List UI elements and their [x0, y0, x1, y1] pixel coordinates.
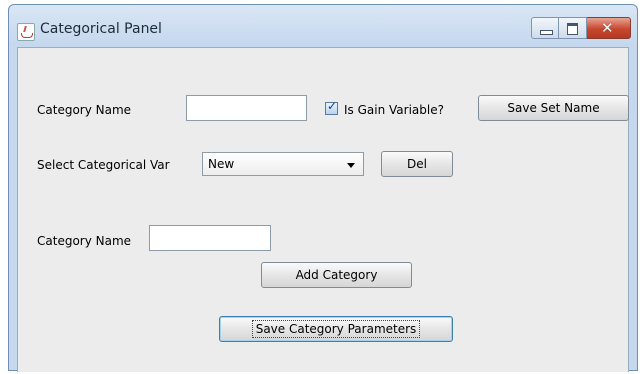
check-icon: ✓	[327, 99, 338, 113]
gain-variable-checkbox[interactable]: ✓	[325, 99, 338, 115]
set-name-label: Category Name	[37, 103, 132, 117]
close-icon: ✕	[601, 19, 614, 37]
gain-variable-label: Is Gain Variable?	[344, 103, 444, 117]
close-button[interactable]: ✕	[587, 17, 631, 39]
java-app-icon	[17, 23, 35, 41]
save-set-name-button[interactable]: Save Set Name	[478, 95, 629, 121]
del-label: Del	[407, 157, 427, 171]
dropdown-arrow-icon	[347, 163, 355, 168]
app-window: Categorical Panel ✕ Category Name ✓ Is G…	[8, 4, 638, 372]
minimize-button[interactable]	[531, 17, 559, 39]
window-title: Categorical Panel	[40, 21, 162, 37]
category-name-label: Category Name	[37, 234, 132, 248]
category-name-input[interactable]	[149, 225, 271, 251]
categorical-var-selected: New	[208, 157, 235, 171]
window-controls: ✕	[531, 17, 631, 39]
minimize-icon	[540, 30, 553, 35]
maximize-button[interactable]	[559, 17, 587, 39]
save-category-parameters-button[interactable]: Save Category Parameters	[219, 316, 453, 342]
panel-content: Category Name ✓ Is Gain Variable? Save S…	[17, 47, 629, 372]
set-name-input[interactable]	[186, 95, 307, 121]
save-category-parameters-label: Save Category Parameters	[251, 320, 421, 338]
del-button[interactable]: Del	[381, 151, 453, 177]
categorical-var-select[interactable]: New	[202, 152, 364, 176]
add-category-button[interactable]: Add Category	[261, 262, 412, 288]
save-set-name-label: Save Set Name	[507, 101, 600, 115]
select-var-label: Select Categorical Var	[37, 158, 170, 172]
maximize-icon	[567, 23, 578, 35]
add-category-label: Add Category	[295, 268, 378, 282]
